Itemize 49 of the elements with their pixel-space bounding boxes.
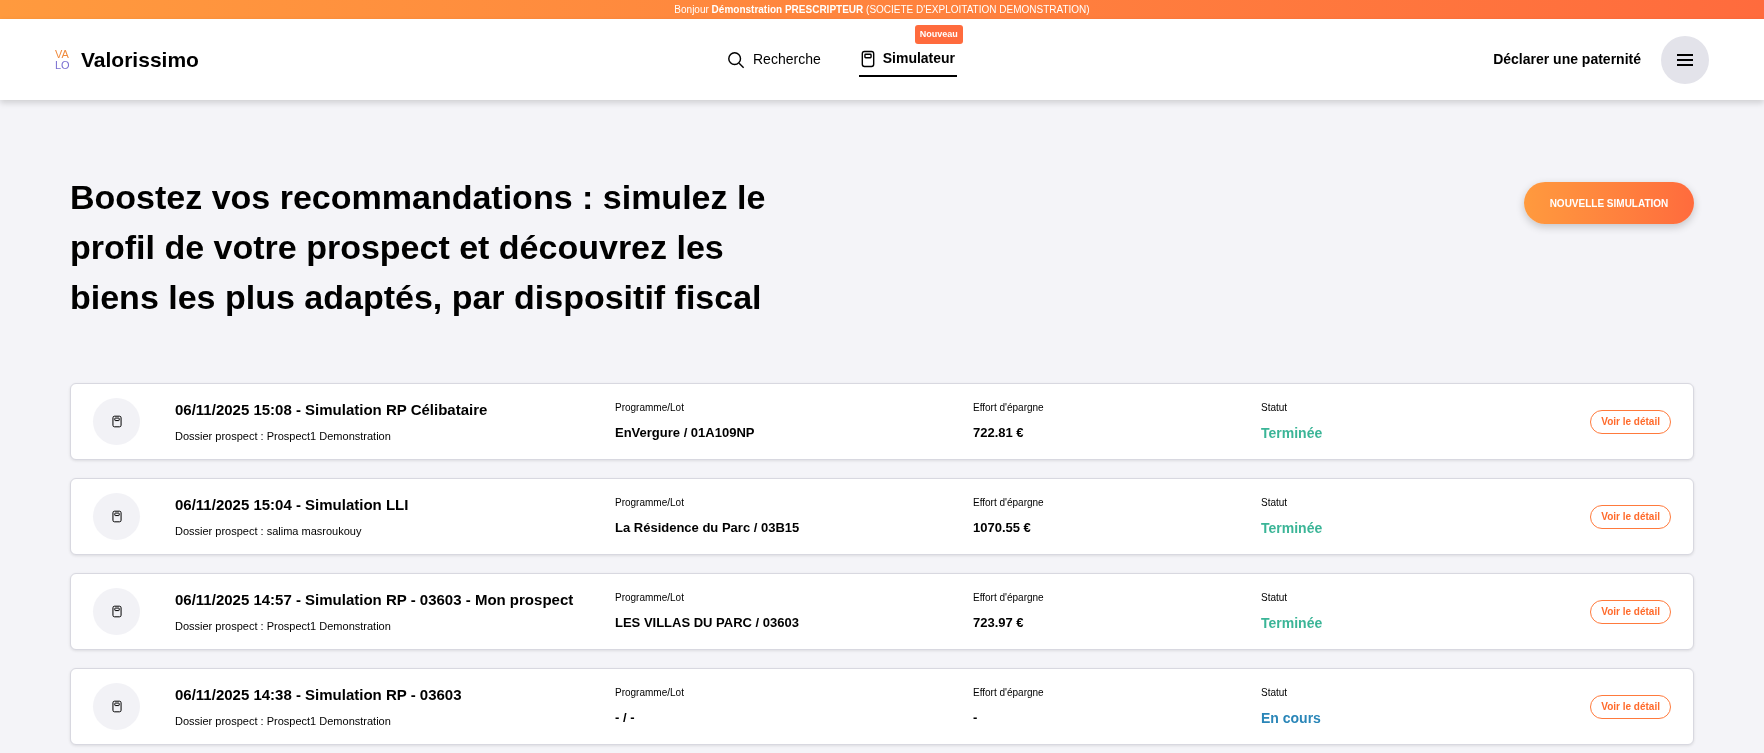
prospect-text: Dossier prospect : Prospect1 Demonstration <box>175 428 392 444</box>
simulation-title: 06/11/2025 14:57 - Simulation RP - 03603 - Mon prospect <box>175 590 575 610</box>
status-value: Terminée <box>1261 613 1324 633</box>
simulation-title: 06/11/2025 14:38 - Simulation RP - 03603 <box>175 685 463 705</box>
status-value: En cours <box>1261 708 1322 728</box>
status-label: Statut <box>1261 495 1289 510</box>
program-label: Programme/Lot <box>615 401 685 416</box>
calculator-icon <box>860 49 875 68</box>
status-value: Terminée <box>1261 518 1324 538</box>
page-heading: Boostez vos recommandations : simulez le profil de votre prospect et découvrez les biens les plus adaptés, par dispositif fiscal <box>70 177 767 318</box>
effort-label: Effort d'épargne <box>973 401 1045 416</box>
calculator-icon <box>111 415 122 428</box>
program-label: Programme/Lot <box>615 591 685 606</box>
status-label: Statut <box>1261 400 1289 415</box>
status-value: Terminée <box>1261 423 1324 443</box>
program-label: Programme/Lot <box>615 496 685 511</box>
nav-tab[interactable]: Simulateur <box>858 42 958 77</box>
status-label: Statut <box>1261 590 1289 605</box>
calculator-icon <box>111 605 122 618</box>
effort-label: Effort d'épargne <box>973 591 1045 606</box>
calculator-icon <box>111 700 122 713</box>
menu-icon <box>1676 52 1694 67</box>
simulation-title: 06/11/2025 15:04 - Simulation LLI <box>175 495 410 515</box>
prospect-text: Dossier prospect : salima masroukouy <box>175 523 363 539</box>
program-value: LES VILLAS DU PARC / 03603 <box>615 614 800 633</box>
program-value: EnVergure / 01A109NP <box>615 424 756 443</box>
logo-icon: VA LO <box>55 48 75 71</box>
status-label: Statut <box>1261 685 1289 700</box>
simulation-title: 06/11/2025 15:08 - Simulation RP Célibataire <box>175 400 489 420</box>
prospect-text: Dossier prospect : Prospect1 Demonstration <box>175 713 392 729</box>
prospect-text: Dossier prospect : Prospect1 Demonstration <box>175 618 392 634</box>
declare-paternity-link[interactable]: Déclarer une paternité <box>1493 49 1641 70</box>
greeting-text: Bonjour Démonstration PRESCRIPTEUR (SOCIETE D'EXPLOITATION DEMONSTRATION) <box>674 3 1090 17</box>
effort-value: 722.81 € <box>973 424 1025 443</box>
new-simulation-button[interactable]: NOUVELLE SIMULATION <box>1524 182 1694 224</box>
program-value: - / - <box>615 709 636 728</box>
new-badge: Nouveau <box>914 24 963 44</box>
effort-value: - <box>973 709 979 728</box>
menu-button[interactable] <box>1661 35 1709 84</box>
effort-value: 1070.55 € <box>973 519 1032 538</box>
effort-value: 723.97 € <box>973 614 1025 633</box>
brand-name: Valorissimo <box>81 46 199 73</box>
calculator-icon <box>111 510 122 523</box>
program-value: La Résidence du Parc / 03B15 <box>615 519 801 538</box>
effort-label: Effort d'épargne <box>973 686 1045 701</box>
search-icon <box>727 50 745 69</box>
effort-label: Effort d'épargne <box>973 496 1045 511</box>
program-label: Programme/Lot <box>615 686 685 701</box>
nav-tab[interactable]: Recherche <box>725 42 823 77</box>
